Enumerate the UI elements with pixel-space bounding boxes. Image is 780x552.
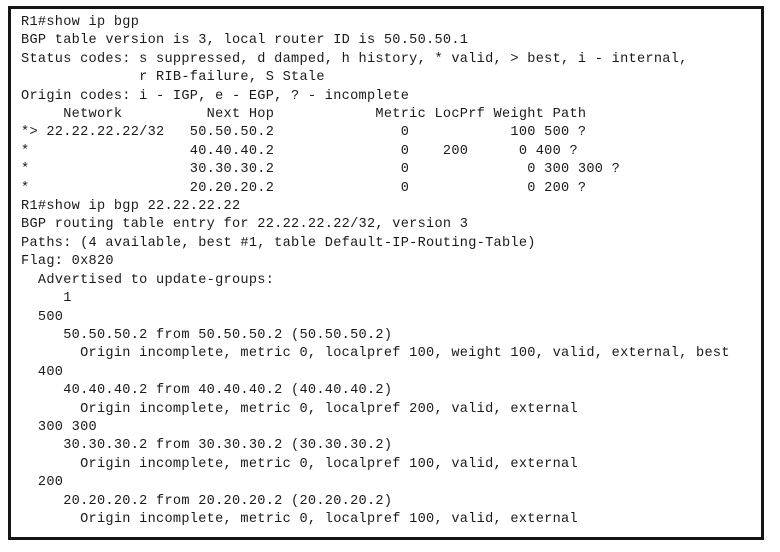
route-entry-line: BGP routing table entry for 22.22.22.22/… (21, 217, 469, 233)
paths-summary-line: Paths: (4 available, best #1, table Defa… (21, 235, 536, 251)
peer-line: 50.50.50.2 from 50.50.50.2 (50.50.50.2) (21, 327, 393, 343)
as-path-line: 300 300 (21, 419, 97, 435)
path-attributes-line: Origin incomplete, metric 0, localpref 1… (21, 346, 730, 362)
advertised-update-groups-value: 1 (21, 291, 72, 307)
bgp-table-version-line: BGP table version is 3, local router ID … (21, 33, 469, 49)
flag-line: Flag: 0x820 (21, 254, 114, 270)
table-row: *> 22.22.22.22/32 50.50.50.2 0 100 500 ? (21, 125, 587, 141)
as-path-line: 200 (21, 475, 64, 491)
path-attributes-line: Origin incomplete, metric 0, localpref 2… (21, 401, 578, 417)
terminal-output[interactable]: R1#show ip bgp BGP table version is 3, l… (11, 9, 761, 537)
as-path-line: 400 (21, 364, 64, 380)
path-attributes-line: Origin incomplete, metric 0, localpref 1… (21, 456, 578, 472)
status-codes-line-1: Status codes: s suppressed, d damped, h … (21, 51, 688, 67)
terminal-window: R1#show ip bgp BGP table version is 3, l… (8, 6, 764, 540)
table-row: * 30.30.30.2 0 0 300 300 ? (21, 162, 621, 178)
peer-line: 30.30.30.2 from 30.30.30.2 (30.30.30.2) (21, 438, 393, 454)
table-row: * 20.20.20.2 0 0 200 ? (21, 180, 587, 196)
command-line-show-ip-bgp: R1#show ip bgp (21, 15, 140, 30)
as-path-line: 500 (21, 309, 64, 325)
status-codes-line-2: r RIB-failure, S Stale (21, 70, 325, 86)
peer-line: 20.20.20.2 from 20.20.20.2 (20.20.20.2) (21, 493, 393, 509)
peer-line: 40.40.40.2 from 40.40.40.2 (40.40.40.2) (21, 383, 393, 399)
bgp-table-header: Network Next Hop Metric LocPrf Weight Pa… (21, 107, 587, 123)
path-attributes-line: Origin incomplete, metric 0, localpref 1… (21, 511, 578, 527)
table-row: * 40.40.40.2 0 200 0 400 ? (21, 143, 578, 159)
origin-codes-line: Origin codes: i - IGP, e - EGP, ? - inco… (21, 88, 410, 104)
advertised-update-groups-label: Advertised to update-groups: (21, 272, 275, 288)
command-line-show-ip-bgp-prefix: R1#show ip bgp 22.22.22.22 (21, 199, 241, 215)
